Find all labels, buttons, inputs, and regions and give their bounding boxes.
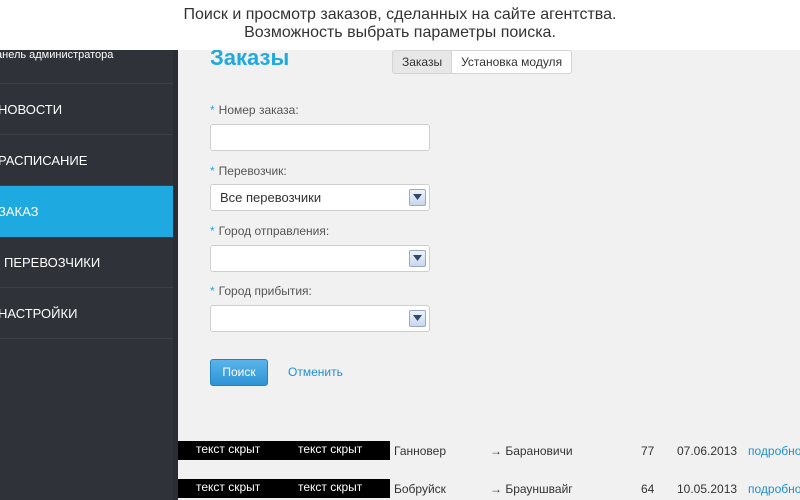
carrier-select[interactable]: Все перевозчики	[210, 184, 430, 211]
required-mark: *	[210, 284, 215, 298]
search-button[interactable]: Поиск	[210, 359, 268, 386]
tab-module-install[interactable]: Установка модуля	[451, 50, 573, 74]
required-mark: *	[210, 164, 215, 178]
sidebar: анель администратора НОВОСТИ РАСПИСАНИЕ …	[0, 34, 173, 500]
departure-city-label: * Город отправления:	[210, 224, 330, 238]
arrival-city-select[interactable]	[210, 305, 430, 332]
hidden-text-cell: текст скрыт	[280, 479, 390, 498]
ticket-count: 77	[641, 444, 655, 458]
hidden-text-cell: текст скрыт	[280, 441, 390, 460]
hidden-text-cell: текст скрыт	[178, 441, 285, 460]
departure-city-select[interactable]	[210, 245, 430, 272]
sidebar-item-schedule[interactable]: РАСПИСАНИЕ	[0, 135, 173, 186]
chevron-down-icon[interactable]	[409, 189, 426, 206]
tab-bar: Заказы Установка модуля	[392, 50, 573, 74]
arrival-city: → Барановичи	[490, 444, 573, 458]
chevron-down-icon[interactable]	[409, 250, 426, 267]
cancel-link[interactable]: Отменить	[288, 365, 343, 379]
sidebar-item-label: НОВОСТИ	[0, 102, 63, 117]
arrival-city-label: * Город прибытия:	[210, 284, 312, 298]
caption-line-2: Возможность выбрать параметры поиска.	[244, 24, 556, 41]
sidebar-item-news[interactable]: НОВОСТИ	[0, 84, 173, 135]
details-link[interactable]: подробно	[748, 482, 800, 496]
order-date: 07.06.2013	[677, 444, 738, 458]
arrival-city: → Брауншвайг	[490, 482, 573, 496]
caption-line-1: Поиск и просмотр заказов, сделанных на с…	[183, 6, 617, 23]
departure-city: Ганновер	[394, 444, 447, 458]
order-date: 10.05.2013	[677, 482, 738, 496]
required-mark: *	[210, 224, 215, 238]
sidebar-item-label: РАСПИСАНИЕ	[0, 153, 88, 168]
tab-orders[interactable]: Заказы	[392, 50, 452, 74]
sidebar-item-label: ПЕРЕВОЗЧИКИ	[4, 255, 101, 270]
order-number-label: * Номер заказа:	[210, 103, 299, 117]
carrier-label: * Перевозчик:	[210, 164, 287, 178]
departure-city: Бобруйск	[394, 482, 446, 496]
chevron-down-icon[interactable]	[409, 310, 426, 327]
sidebar-item-label: НАСТРОЙКИ	[0, 306, 78, 321]
hidden-text-cell: текст скрыт	[178, 479, 285, 498]
sidebar-item-settings[interactable]: НАСТРОЙКИ	[0, 288, 173, 339]
table-row: текст скрыт текст скрыт Ганновер → Баран…	[178, 440, 800, 462]
sidebar-item-carriers[interactable]: ПЕРЕВОЗЧИКИ	[0, 237, 173, 288]
sidebar-item-label: ЗАКАЗ	[0, 204, 39, 219]
order-number-input[interactable]	[210, 124, 430, 151]
details-link[interactable]: подробно	[748, 444, 800, 458]
caption: Поиск и просмотр заказов, сделанных на с…	[0, 0, 800, 50]
ticket-count: 64	[641, 482, 655, 496]
table-row: текст скрыт текст скрыт Бобруйск → Браун…	[178, 478, 800, 500]
carrier-select-value: Все перевозчики	[220, 190, 322, 205]
sidebar-item-order[interactable]: ЗАКАЗ	[0, 186, 173, 237]
required-mark: *	[210, 103, 215, 117]
